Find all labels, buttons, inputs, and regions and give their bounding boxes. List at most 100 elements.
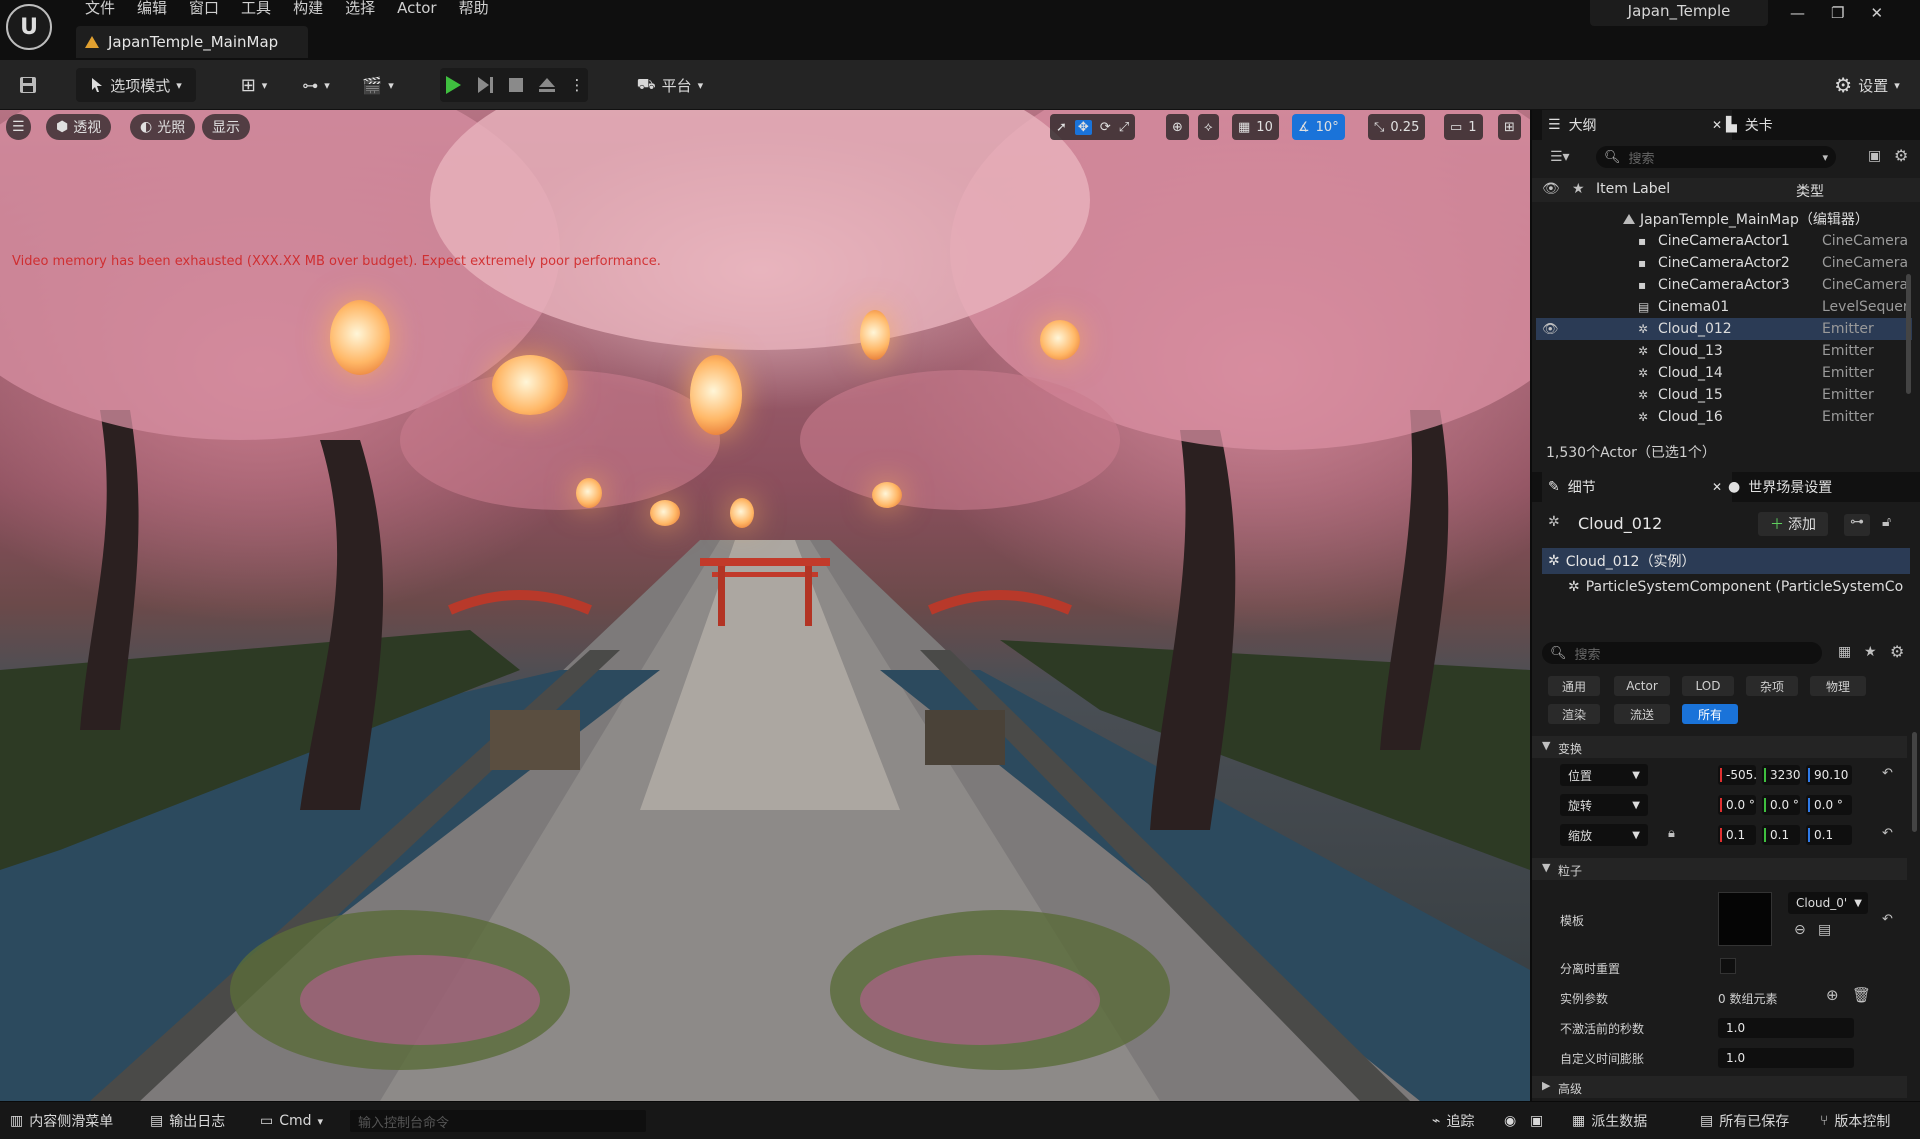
menu-tools[interactable]: 工具 — [230, 0, 282, 18]
filter-icon[interactable]: ☰▾ — [1550, 149, 1570, 165]
filter-rendering[interactable]: 渲染 — [1548, 704, 1600, 724]
cmd-dropdown[interactable]: ▭ Cmd ▾ — [260, 1110, 323, 1132]
rotation-z-field[interactable]: 0.0 ° — [1806, 795, 1852, 815]
details-search-input[interactable]: 🔍︎ 搜索 — [1542, 642, 1822, 664]
use-selected-icon[interactable]: ⊖ — [1794, 922, 1806, 938]
filter-physics[interactable]: 物理 — [1810, 676, 1866, 696]
unreal-logo-icon[interactable]: U — [6, 4, 52, 50]
list-item[interactable]: ✲ Cloud_14 Emitter — [1538, 362, 1918, 384]
close-tab-icon[interactable]: ✕ — [1712, 480, 1722, 494]
list-item[interactable]: ▪ CineCameraActor1 CineCamera — [1538, 230, 1918, 252]
scale-snap-button[interactable]: ⤡ 0.25 — [1368, 114, 1426, 140]
maximize-viewport-button[interactable]: ⊞ — [1498, 114, 1521, 140]
menu-select[interactable]: 选择 — [334, 0, 386, 18]
mode-selector-button[interactable]: 选项模式 ▾ — [76, 68, 196, 102]
output-log-button[interactable]: ▤ 输出日志 — [150, 1110, 225, 1132]
star-icon[interactable]: ★ — [1864, 644, 1877, 660]
restore-icon[interactable]: ❐ — [1831, 4, 1844, 22]
rotation-snap-button[interactable]: ∡ 10° — [1292, 114, 1345, 140]
settings-button[interactable]: ⚙ 设置 ▾ — [1822, 68, 1912, 102]
outliner-scrollbar[interactable] — [1906, 274, 1911, 394]
list-item-selected[interactable]: 👁︎ ✲ Cloud_012 Emitter — [1536, 318, 1912, 340]
derived-data-button[interactable]: ▦ 派生数据 — [1572, 1110, 1647, 1132]
list-item[interactable]: ▪ CineCameraActor3 CineCamera — [1538, 274, 1918, 296]
add-content-button[interactable]: ⊞ ▾ — [232, 68, 276, 102]
location-y-field[interactable]: 32305 — [1762, 765, 1800, 785]
location-x-field[interactable]: -505.( — [1718, 765, 1756, 785]
save-all-status[interactable]: ▤ 所有已保存 — [1700, 1110, 1789, 1132]
component-row[interactable]: ✲ ParticleSystemComponent (ParticleSyste… — [1568, 576, 1918, 598]
cinematics-button[interactable]: 🎬 ▾ — [356, 68, 400, 102]
add-element-icon[interactable]: ⊕ — [1826, 986, 1839, 1004]
browse-icon[interactable]: ▤ — [1818, 922, 1831, 938]
coordinate-system-button[interactable]: ⊕ — [1166, 114, 1189, 140]
scale-y-field[interactable]: 0.1 — [1762, 825, 1800, 845]
particle-section-header[interactable]: ▼ 粒子 — [1532, 858, 1907, 880]
scale-z-field[interactable]: 0.1 — [1806, 825, 1852, 845]
reset-icon[interactable]: ↶ — [1882, 766, 1893, 781]
column-type[interactable]: 类型 — [1796, 181, 1824, 201]
filter-all[interactable]: 所有 — [1682, 704, 1738, 724]
menu-help[interactable]: 帮助 — [448, 0, 500, 18]
blueprint-button[interactable]: ⊶ ▾ — [294, 68, 338, 102]
custom-time-dilation-field[interactable]: 1.0 — [1718, 1048, 1854, 1068]
eye-icon[interactable]: 👁︎ — [1542, 322, 1559, 337]
filter-general[interactable]: 通用 — [1548, 676, 1600, 696]
eject-icon[interactable] — [538, 76, 556, 94]
filter-actor[interactable]: Actor — [1614, 676, 1670, 696]
source-control-button[interactable]: ⑂ 版本控制 — [1820, 1110, 1890, 1132]
column-item-label[interactable]: Item Label — [1596, 181, 1670, 197]
view-mode-button[interactable]: ◐ 光照 — [130, 114, 196, 140]
world-settings-tab[interactable]: ● 世界场景设置 — [1728, 472, 1832, 502]
level-viewport[interactable]: Video memory has been exhausted (XXX.XX … — [0, 110, 1530, 1101]
scale-x-field[interactable]: 0.1 — [1718, 825, 1756, 845]
outliner-root-item[interactable]: JapanTemple_MainMap（编辑器） — [1538, 208, 1918, 230]
table-view-icon[interactable]: ▦ — [1838, 644, 1851, 660]
rotate-tool-icon[interactable]: ⟳ — [1100, 120, 1111, 135]
viewport-menu-button[interactable]: ☰ — [6, 114, 31, 140]
menu-file[interactable]: 文件 — [74, 0, 126, 18]
rotation-x-field[interactable]: 0.0 ° — [1718, 795, 1756, 815]
instance-row[interactable]: ✲ Cloud_012（实例） — [1542, 548, 1910, 574]
minimize-icon[interactable]: — — [1790, 4, 1805, 22]
add-component-button[interactable]: ＋ 添加 — [1758, 512, 1828, 536]
reset-icon[interactable]: ↶ — [1882, 912, 1893, 927]
menu-build[interactable]: 构建 — [282, 0, 334, 18]
step-icon[interactable] — [476, 75, 494, 95]
location-z-field[interactable]: 90.10 — [1806, 765, 1852, 785]
camera-speed-button[interactable]: ▭ 1 — [1444, 114, 1483, 140]
eye-icon[interactable]: 👁︎ — [1542, 181, 1560, 197]
move-tool-icon[interactable]: ✥ — [1074, 119, 1092, 135]
platform-button[interactable]: ⛟ 平台 ▾ — [630, 68, 710, 102]
console-input[interactable]: 输入控制台命令 — [350, 1110, 646, 1132]
list-item[interactable]: ✲ Cloud_16 Emitter — [1538, 406, 1918, 428]
levels-tab[interactable]: ▙ 关卡 — [1726, 110, 1773, 140]
template-dropdown[interactable]: Cloud_0' ▼ — [1788, 892, 1868, 914]
more-options-icon[interactable]: ⋮ — [570, 76, 585, 94]
close-tab-icon[interactable]: ✕ — [1712, 118, 1722, 132]
scale-tool-icon[interactable]: ⤢ — [1119, 120, 1129, 135]
lock-icon[interactable]: 🔒︎ — [1668, 826, 1675, 841]
transform-section-header[interactable]: ▼ 变换 — [1532, 736, 1907, 758]
close-window-icon[interactable]: ✕ — [1870, 4, 1883, 22]
star-icon[interactable]: ★ — [1572, 181, 1585, 197]
details-scrollbar[interactable] — [1912, 732, 1917, 832]
rotation-y-field[interactable]: 0.0 ° — [1762, 795, 1800, 815]
seconds-before-inactive-field[interactable]: 1.0 — [1718, 1018, 1854, 1038]
lock-icon[interactable]: 🔓︎ — [1882, 514, 1891, 530]
menu-window[interactable]: 窗口 — [178, 0, 230, 18]
details-tab[interactable]: ✎ 细节 ✕ — [1542, 472, 1732, 502]
menu-edit[interactable]: 编辑 — [126, 0, 178, 18]
reset-icon[interactable]: ↶ — [1882, 826, 1893, 841]
filter-misc[interactable]: 杂项 — [1746, 676, 1798, 696]
perspective-button[interactable]: ⬢ 透视 — [46, 114, 112, 140]
gear-icon[interactable]: ⚙ — [1894, 146, 1908, 165]
surface-snap-button[interactable]: ⟡ — [1198, 114, 1219, 140]
location-dropdown[interactable]: 位置 ▼ — [1560, 764, 1648, 786]
blueprint-convert-icon[interactable]: ⊶ — [1844, 514, 1870, 536]
outliner-search-input[interactable]: 🔍︎ 搜索 ▾ — [1596, 146, 1836, 168]
play-icon[interactable] — [444, 75, 462, 95]
content-drawer-button[interactable]: ▥ 内容侧滑菜单 — [10, 1110, 113, 1132]
show-button[interactable]: 显示 — [202, 114, 250, 140]
screenshot-button[interactable]: ▣ — [1530, 1110, 1543, 1132]
